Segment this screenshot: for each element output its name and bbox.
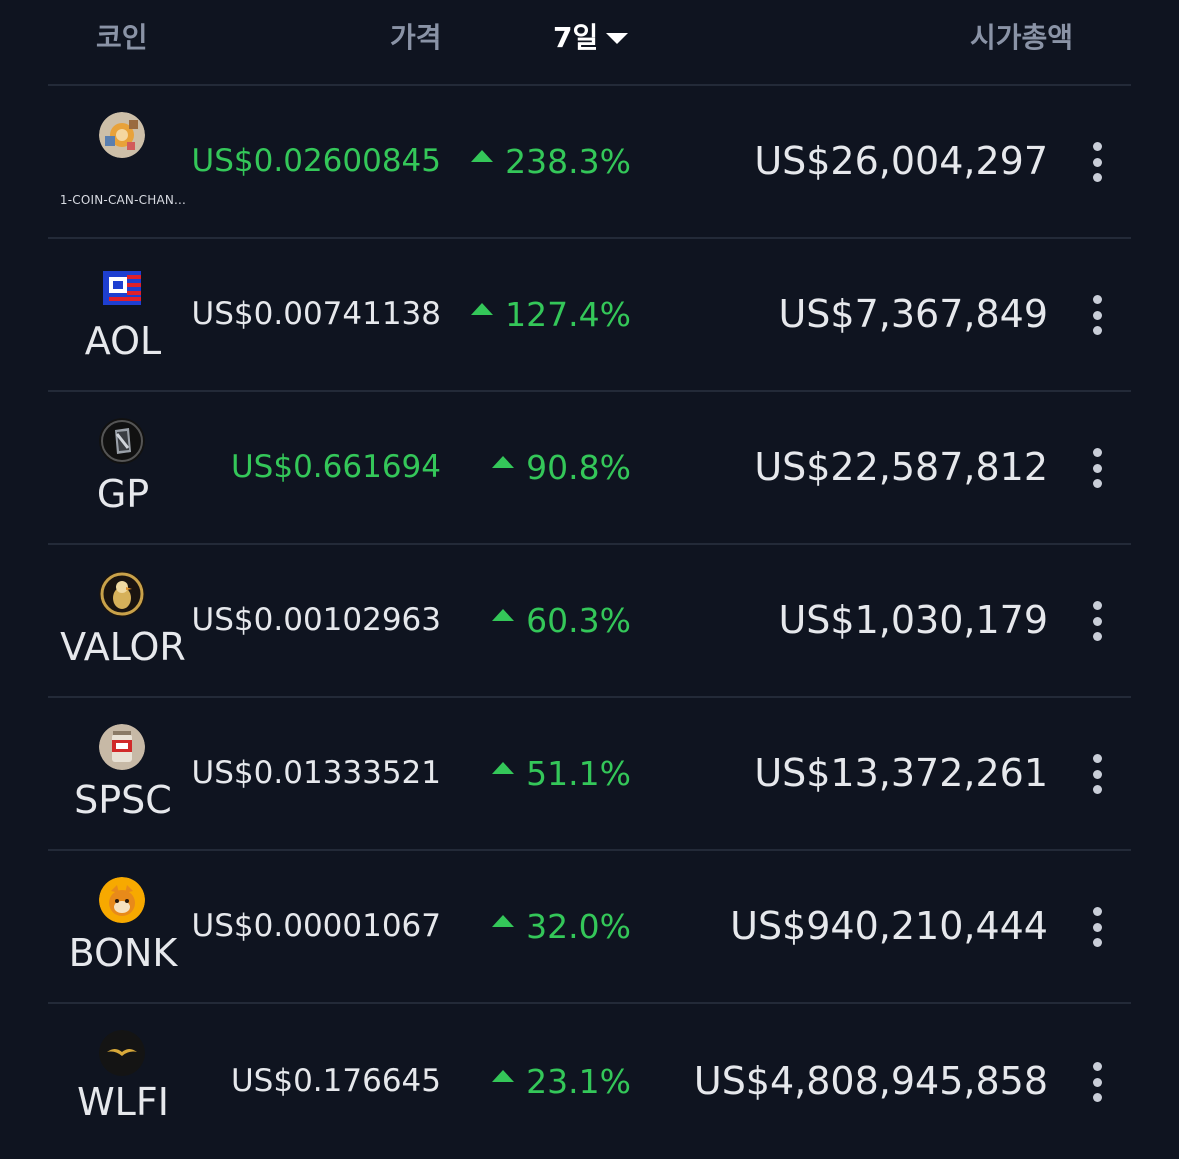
coin-symbol: AOL — [84, 319, 162, 363]
coin-symbol: BONK — [68, 931, 178, 975]
more-vertical-icon[interactable] — [1087, 907, 1107, 947]
coin-price: US$0.661694 — [230, 449, 441, 485]
column-header-market-cap[interactable]: 시가총액 — [970, 16, 1073, 56]
column-header-coin[interactable]: 코인 — [96, 16, 148, 56]
table-row[interactable]: AOL US$0.00741138 127.4% US$7,367,849 — [48, 239, 1131, 390]
more-vertical-icon[interactable] — [1087, 601, 1107, 641]
coin-symbol: WLFI — [77, 1080, 169, 1124]
table-row[interactable]: SPSC US$0.01333521 51.1% US$13,372,261 — [48, 698, 1131, 849]
coin-logo-icon — [99, 571, 145, 617]
arrow-up-icon — [492, 608, 515, 621]
coin-logo-icon — [99, 112, 145, 158]
market-cap: US$7,367,849 — [778, 292, 1048, 336]
coin-logo-icon — [99, 1030, 145, 1076]
coin-price: US$0.02600845 — [191, 143, 441, 179]
change-7d: 23.1% — [480, 1004, 631, 1159]
coin-symbol: VALOR — [60, 625, 186, 669]
column-header-price[interactable]: 가격 — [390, 16, 442, 56]
coin-logo-icon — [99, 724, 145, 770]
arrow-up-icon — [492, 914, 515, 927]
more-vertical-icon[interactable] — [1087, 142, 1107, 182]
coin-symbol: GP — [96, 472, 150, 516]
change-7d-value: 51.1% — [526, 754, 631, 793]
change-7d-value: 238.3% — [505, 142, 631, 181]
table-row[interactable]: 1-COIN-CAN-CHAN... US$0.02600845 238.3% … — [48, 86, 1131, 237]
coin-price: US$0.00001067 — [191, 908, 441, 944]
coin-price: US$0.176645 — [230, 1063, 441, 1099]
arrow-up-icon — [471, 149, 494, 162]
coin-cell: AOL — [48, 239, 198, 390]
sort-desc-icon — [606, 32, 629, 44]
market-cap: US$22,587,812 — [754, 445, 1048, 489]
change-7d-value: 90.8% — [526, 448, 631, 487]
market-cap: US$4,808,945,858 — [693, 1059, 1048, 1103]
coin-price: US$0.01333521 — [191, 755, 441, 791]
coin-cell: 1-COIN-CAN-CHAN... — [48, 86, 198, 237]
change-7d-value: 23.1% — [526, 1062, 631, 1101]
coin-logo-icon — [99, 877, 145, 923]
more-vertical-icon[interactable] — [1087, 295, 1107, 335]
table-header: 코인 가격 7일 시가총액 — [0, 0, 1179, 84]
coin-price: US$0.00741138 — [191, 296, 441, 332]
arrow-up-icon — [471, 302, 494, 315]
more-vertical-icon[interactable] — [1087, 754, 1107, 794]
coin-logo-icon — [99, 265, 145, 311]
table-row[interactable]: WLFI US$0.176645 23.1% US$4,808,945,858 — [48, 1004, 1131, 1142]
change-7d-value: 60.3% — [526, 601, 631, 640]
coin-price: US$0.00102963 — [191, 602, 441, 638]
coin-cell: WLFI — [48, 1004, 198, 1142]
more-vertical-icon[interactable] — [1087, 448, 1107, 488]
change-7d: 60.3% — [480, 545, 631, 696]
market-cap: US$13,372,261 — [754, 751, 1048, 795]
coin-cell: VALOR — [48, 545, 198, 696]
arrow-up-icon — [492, 761, 515, 774]
market-cap: US$26,004,297 — [754, 139, 1048, 183]
coin-cell: GP — [48, 392, 198, 543]
table-row[interactable]: BONK US$0.00001067 32.0% US$940,210,444 — [48, 851, 1131, 1002]
table-row[interactable]: VALOR US$0.00102963 60.3% US$1,030,179 — [48, 545, 1131, 696]
coin-cell: BONK — [48, 851, 198, 1002]
arrow-up-icon — [492, 455, 515, 468]
arrow-up-icon — [492, 1069, 515, 1082]
coin-cell: SPSC — [48, 698, 198, 849]
change-7d: 127.4% — [471, 239, 631, 390]
coin-logo-icon — [99, 418, 145, 464]
change-7d: 90.8% — [480, 392, 631, 543]
table-row[interactable]: GP US$0.661694 90.8% US$22,587,812 — [48, 392, 1131, 543]
more-vertical-icon[interactable] — [1087, 1062, 1107, 1102]
change-7d-value: 32.0% — [526, 907, 631, 946]
change-7d: 32.0% — [480, 851, 631, 1002]
change-7d-value: 127.4% — [505, 295, 631, 334]
coin-symbol: 1-COIN-CAN-CHAN... — [59, 193, 187, 207]
market-cap: US$940,210,444 — [730, 904, 1048, 948]
change-7d: 51.1% — [480, 698, 631, 849]
column-header-7d[interactable]: 7일 — [553, 16, 629, 56]
column-header-7d-label: 7일 — [553, 21, 599, 54]
coin-symbol: SPSC — [74, 778, 172, 822]
change-7d: 238.3% — [471, 86, 631, 237]
market-cap: US$1,030,179 — [778, 598, 1048, 642]
